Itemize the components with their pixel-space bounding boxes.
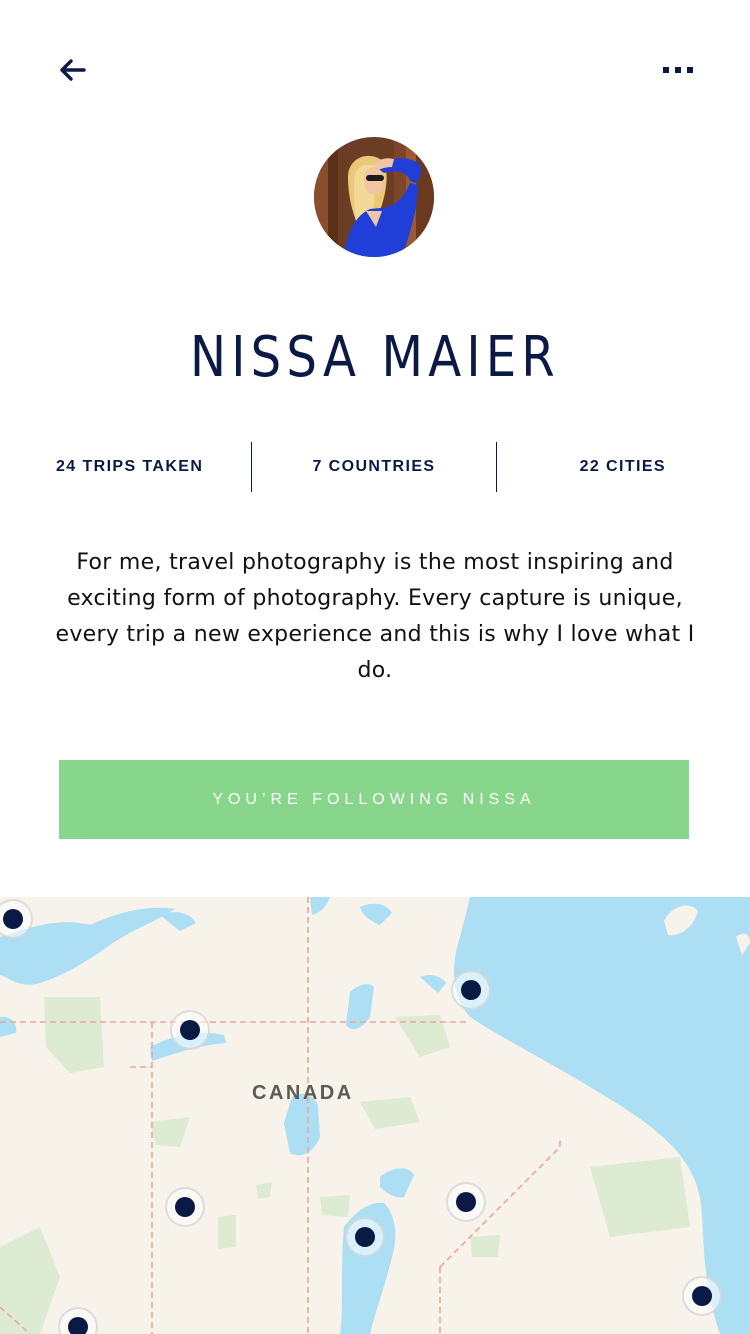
profile-screen: NISSA MAIER 24 TRIPS TAKEN 7 COUNTRIES 2…: [0, 0, 750, 1334]
top-bar: [0, 0, 750, 130]
map-pin-dot: [692, 1286, 712, 1306]
map-pin[interactable]: [446, 1182, 486, 1222]
map-pin[interactable]: [165, 1187, 205, 1227]
avatar-photo: [314, 137, 434, 257]
map-pin-dot: [456, 1192, 476, 1212]
map-pin-dot: [461, 980, 481, 1000]
map-pin[interactable]: [682, 1276, 722, 1316]
profile-name: NISSA MAIER: [190, 325, 560, 390]
stat-trips-taken: 24 TRIPS TAKEN: [56, 458, 204, 475]
avatar: [314, 137, 434, 257]
more-horizontal-icon: [663, 67, 693, 73]
map-pin-dot: [68, 1317, 88, 1334]
stat-countries: 7 COUNTRIES: [312, 458, 436, 475]
map-pin[interactable]: [451, 970, 491, 1010]
stat-cities: 22 CITIES: [579, 458, 666, 475]
profile-bio: For me, travel photography is the most i…: [55, 550, 695, 683]
map-pin-dot: [180, 1020, 200, 1040]
map-canvas: [0, 897, 750, 1334]
map-pin-dot: [175, 1197, 195, 1217]
map-pin-dot: [355, 1227, 375, 1247]
more-options-button[interactable]: [658, 50, 698, 90]
map-pin[interactable]: [345, 1217, 385, 1257]
map-region-label: CANADA: [252, 1082, 354, 1104]
travel-map[interactable]: CANADA: [0, 897, 750, 1334]
back-button[interactable]: [52, 50, 92, 90]
arrow-left-icon: [60, 59, 86, 81]
stats-divider: [496, 442, 497, 492]
profile-stats: 24 TRIPS TAKEN 7 COUNTRIES 22 CITIES: [0, 442, 750, 492]
map-pin-dot: [3, 909, 23, 929]
following-button[interactable]: YOU’RE FOLLOWING NISSA: [59, 760, 689, 839]
map-pin[interactable]: [170, 1010, 210, 1050]
